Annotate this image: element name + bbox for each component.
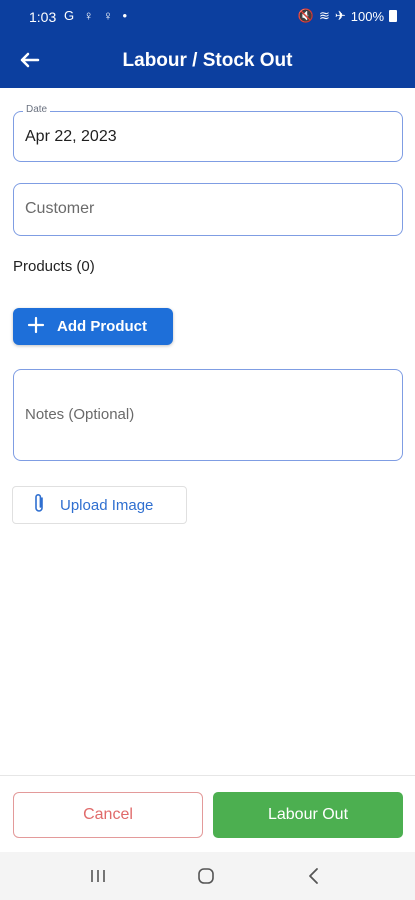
system-nav-bar [0,852,415,900]
battery-text: 100% [350,8,384,24]
battery-icon [389,10,397,22]
status-time: 1:03 [29,9,57,25]
date-value: Apr 22, 2023 [25,128,117,145]
add-product-label: Add Product [57,318,147,335]
wifi-icon: ≋ [318,8,330,23]
back-icon[interactable] [299,864,329,888]
products-count-label: Products (0) [13,258,95,275]
notes-placeholder: Notes (Optional) [25,406,135,423]
upload-image-button[interactable]: Upload Image [12,486,187,524]
add-product-button[interactable]: Add Product [13,308,173,345]
airplane-icon: ✈ [334,8,346,23]
paperclip-icon [32,492,60,519]
app-bar: Labour / Stock Out [0,33,415,88]
bottom-action-bar: Cancel Labour Out [0,775,415,852]
date-field[interactable]: Date Apr 22, 2023 [13,104,403,162]
notes-field[interactable]: Notes (Optional) [13,369,403,461]
page-title: Labour / Stock Out [122,50,293,71]
date-label: Date [23,104,51,115]
status-right: 🔇 ≋ ✈ 100% [298,8,397,24]
mute-icon: 🔇 [297,8,314,23]
recents-icon[interactable] [83,864,113,888]
status-bar: 1:03 G ♀ ♀ • 🔇 ≋ ✈ 100% [0,0,415,33]
home-icon[interactable] [191,864,221,888]
customer-field[interactable]: Customer [13,183,403,236]
plus-icon [27,316,47,338]
notification-icons: G ♀ ♀ • [64,8,130,23]
cancel-button[interactable]: Cancel [13,792,203,838]
labour-out-button[interactable]: Labour Out [213,792,403,838]
upload-image-label: Upload Image [60,496,154,514]
customer-placeholder: Customer [25,200,95,217]
